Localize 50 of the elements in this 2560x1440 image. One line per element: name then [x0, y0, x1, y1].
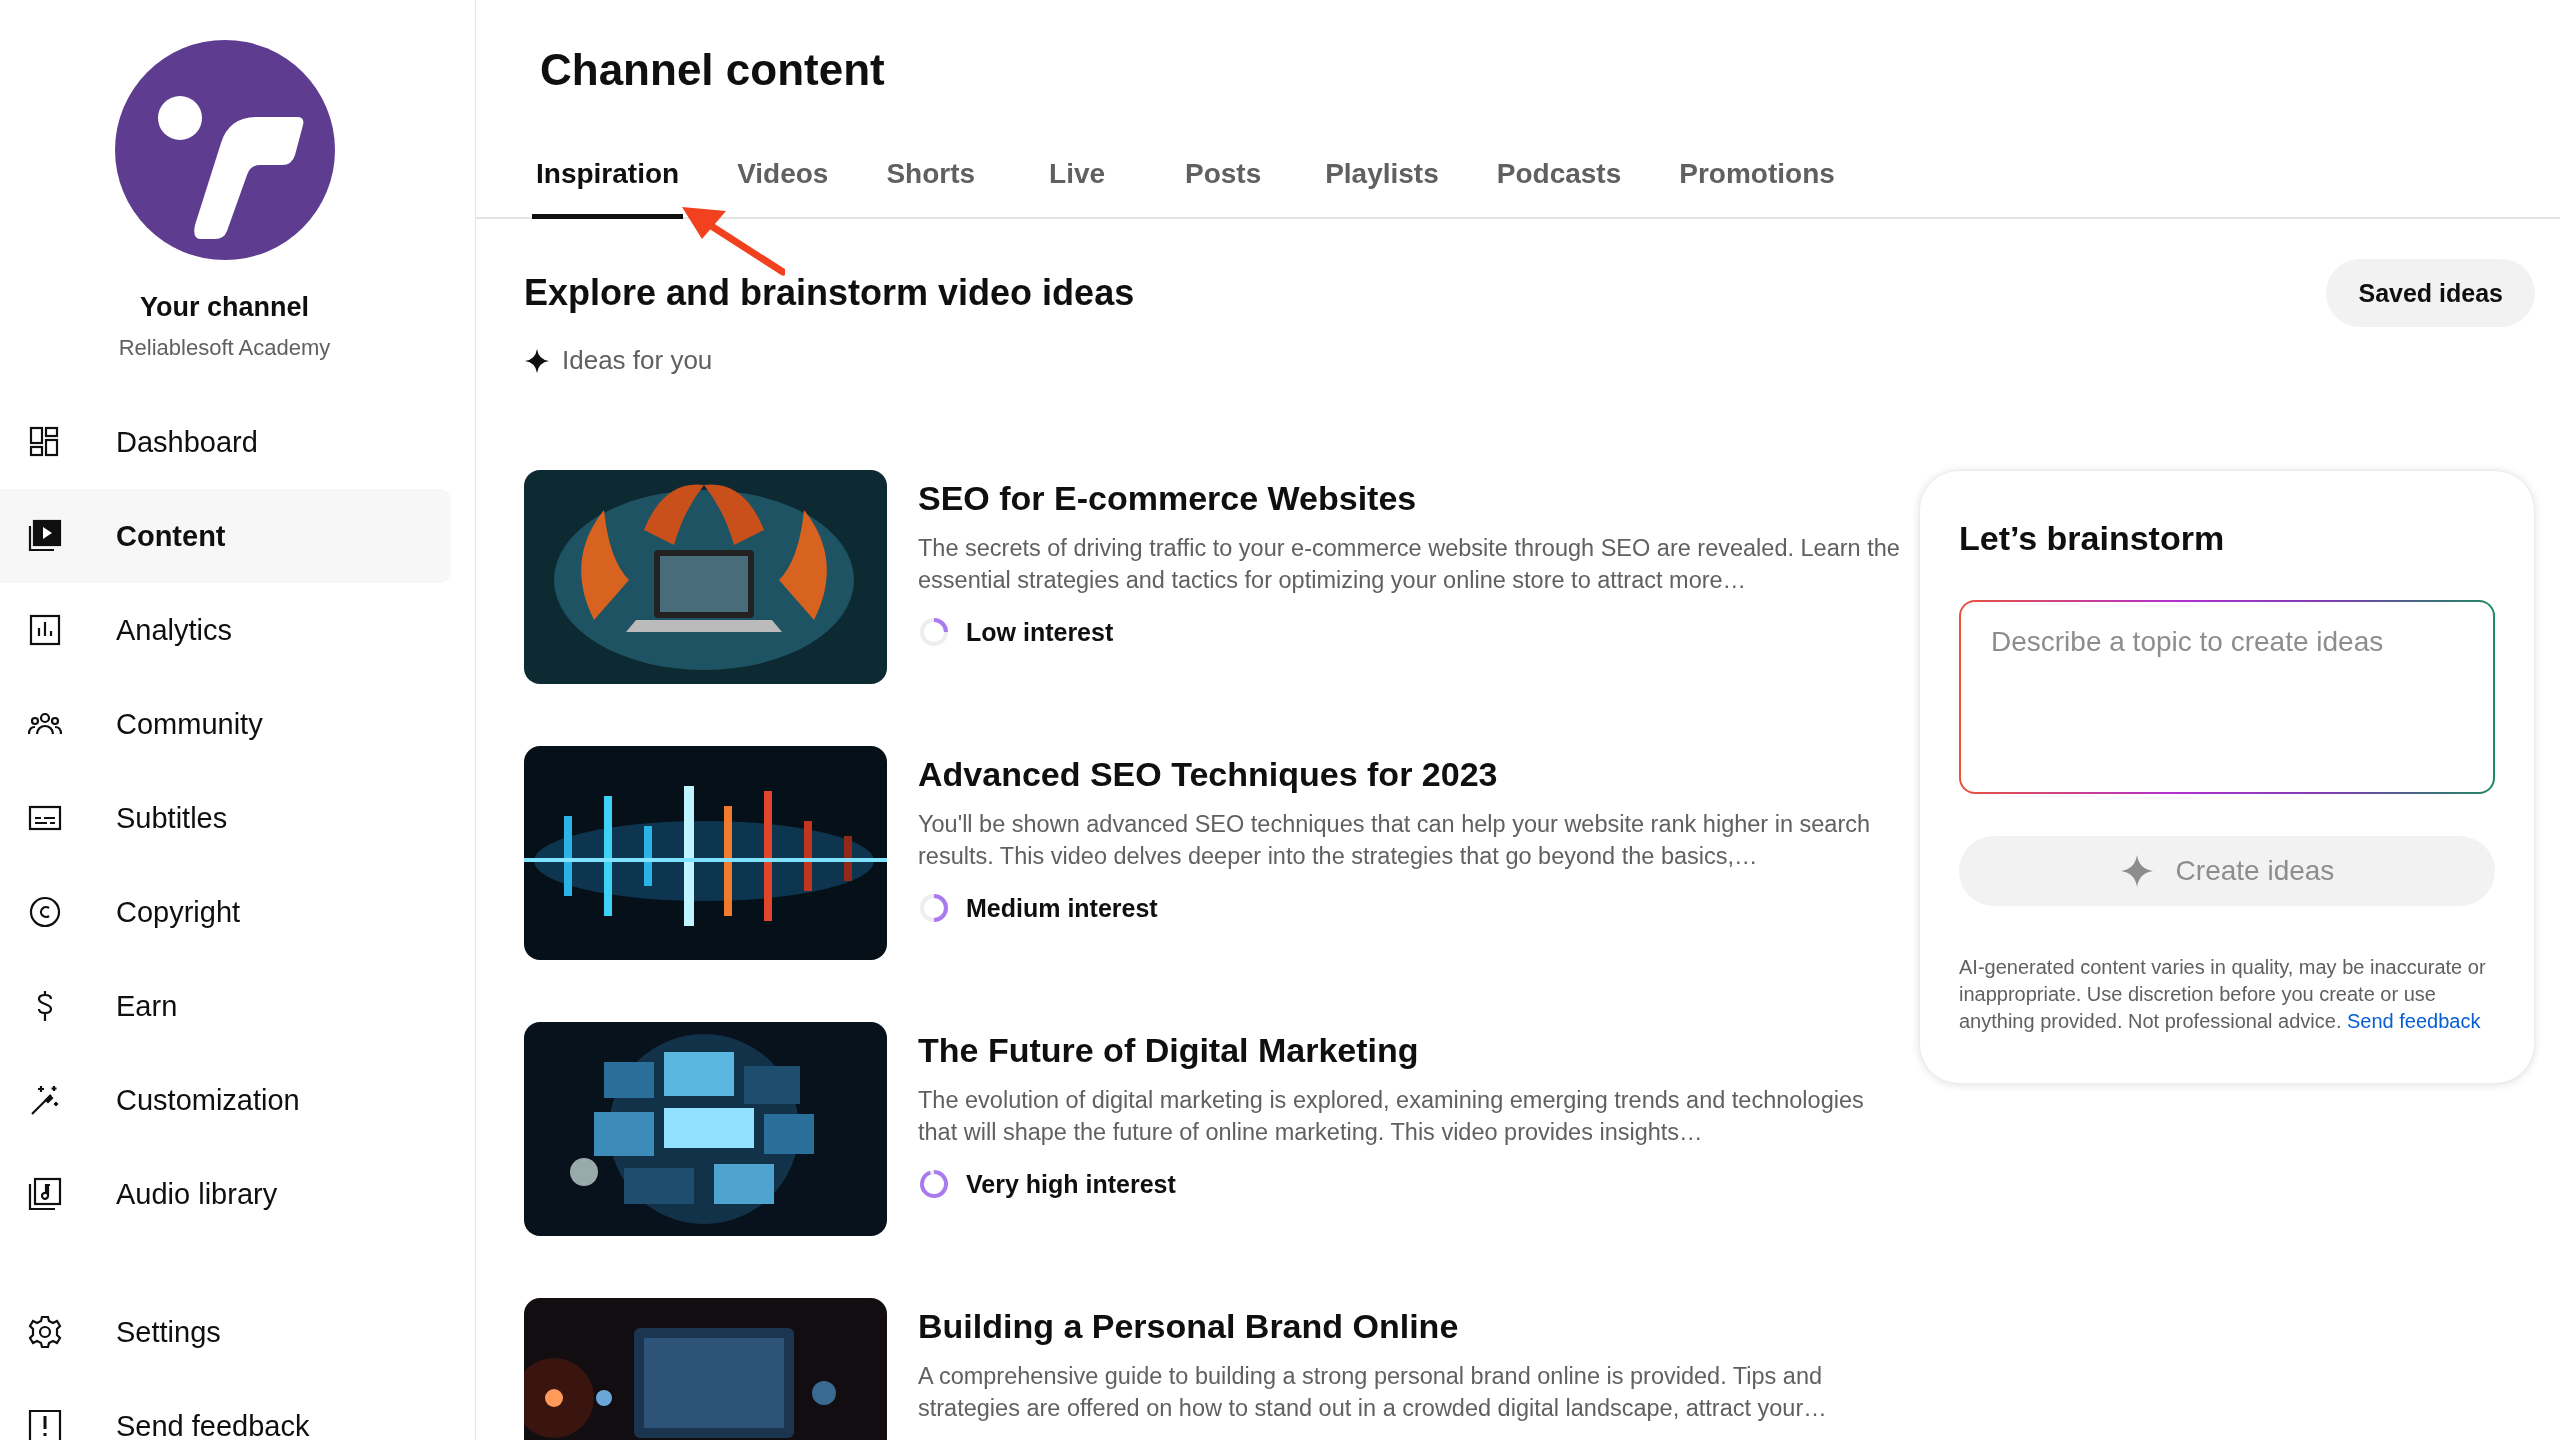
interest-ring — [918, 892, 950, 924]
sidebar-item[interactable]: Content — [0, 489, 451, 583]
content-icon — [27, 518, 63, 554]
tab[interactable]: Posts — [1175, 158, 1272, 219]
topic-field[interactable]: Describe a topic to create ideas — [1959, 600, 2495, 794]
sidebar-item[interactable]: Community — [0, 677, 451, 771]
tab[interactable]: Playlists — [1321, 158, 1443, 219]
interest-label: Medium interest — [966, 893, 1158, 923]
interest-label: Very high interest — [966, 1169, 1176, 1199]
interest-label: Low interest — [966, 617, 1114, 647]
feedback-icon — [27, 1408, 63, 1440]
analytics-icon — [27, 612, 63, 648]
brainstorm-title: Let’s brainstorm — [1959, 519, 2226, 558]
ideas-subtitle: Ideas for you — [562, 345, 713, 376]
idea-description: The secrets of driving traffic to your e-commerce website through SEO are revealed. Learn the essential strategies and tactics for optimizing your online store to attract more… — [918, 534, 1901, 595]
tab[interactable]: Promotions — [1675, 158, 1839, 219]
saved-ideas-button[interactable]: Saved ideas — [2326, 259, 2535, 327]
idea-title[interactable]: Advanced SEO Techniques for 2023 — [918, 754, 1902, 794]
idea-description: A comprehensive guide to building a strong personal brand online is provided. Tips and strategies are offered on how to stand out in a crowded digital landscape, attract your… — [918, 1362, 1828, 1423]
channel-title: Your channel — [140, 292, 309, 323]
sidebar-item[interactable]: Settings — [0, 1285, 451, 1379]
music-library-icon — [27, 1176, 63, 1212]
idea-description: The evolution of digital marketing is explored, examining emerging trends and technologies that will shape the future of online marketing. This video provides insights… — [918, 1086, 1865, 1147]
sidebar-item[interactable]: Audio library — [0, 1147, 451, 1241]
send-feedback-link[interactable]: Send feedback — [2347, 1010, 2481, 1032]
interest-ring — [918, 1168, 950, 1200]
channel-name: Reliablesoft Academy — [118, 335, 331, 361]
sidebar-item[interactable]: Dashboard — [0, 395, 451, 489]
copyright-icon — [27, 894, 63, 930]
settings-icon — [27, 1314, 63, 1350]
idea-title[interactable]: Building a Personal Brand Online — [918, 1306, 1902, 1346]
tab[interactable]: Shorts — [882, 158, 980, 219]
sidebar-item[interactable]: Analytics — [0, 583, 451, 677]
sidebar-item[interactable]: Subtitles — [0, 771, 451, 865]
sidebar-item[interactable]: Earn — [0, 959, 451, 1053]
idea-title[interactable]: The Future of Digital Marketing — [918, 1030, 1902, 1070]
tab[interactable]: Live — [1029, 158, 1126, 219]
tab[interactable]: Inspiration — [532, 158, 684, 219]
channel-avatar[interactable] — [114, 40, 335, 260]
sidebar-item[interactable]: Send feedback — [0, 1379, 451, 1440]
idea-title[interactable]: SEO for E-commerce Websites — [918, 478, 1902, 518]
disclaimer-text: AI-generated content varies in quality, may be inaccurate or inappropriate. Use discretion before you create or use anything provided. Not professional advice. Send feedback — [1959, 955, 2487, 1034]
page-title: Channel content — [539, 44, 886, 96]
interest-ring — [918, 616, 950, 648]
tab[interactable]: Podcasts — [1492, 158, 1626, 219]
tab[interactable]: Videos — [733, 158, 833, 219]
sidebar-item[interactable]: Copyright — [0, 865, 451, 959]
idea-description: You'll be shown advanced SEO techniques that can help your website rank higher in search results. This video delves deeper into the strategies that go beyond the basics,… — [918, 810, 1872, 871]
sidebar-item[interactable]: Customization — [0, 1053, 451, 1147]
section-title: Explore and brainstorm video ideas — [524, 272, 1135, 314]
